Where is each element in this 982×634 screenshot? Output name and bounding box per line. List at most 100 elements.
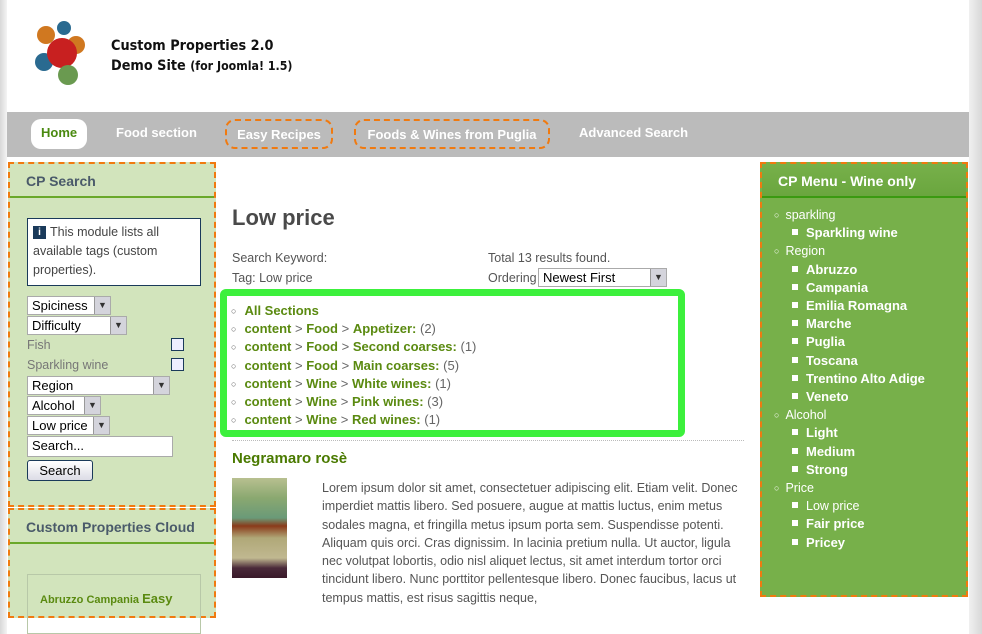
count: (5) xyxy=(443,357,460,373)
menu-item[interactable]: Sparkling wine xyxy=(792,224,966,242)
fish-checkbox[interactable] xyxy=(171,338,184,351)
count: (1) xyxy=(435,375,451,391)
cloud-tag[interactable]: Easy xyxy=(142,591,172,606)
site-title: Custom Properties 2.0 Demo Site (for Joo… xyxy=(111,38,293,74)
menu-item[interactable]: Abruzzo xyxy=(792,261,966,279)
root-link[interactable]: content xyxy=(244,394,291,409)
menu-item[interactable]: Trentino Alto Adige xyxy=(792,370,966,388)
root-link[interactable]: content xyxy=(244,376,291,391)
cp-menu-module: CP Menu - Wine only sparkling Sparkling w… xyxy=(760,162,968,597)
chevron-down-icon: ▼ xyxy=(110,317,126,334)
menu-group: AlcoholLightMediumStrong xyxy=(774,406,966,479)
root-link[interactable]: content xyxy=(244,339,291,354)
region-select[interactable]: Region ▼ xyxy=(27,376,170,395)
parent-link[interactable]: Wine xyxy=(306,394,337,409)
section-item: content > Food > Second coarses: (1) xyxy=(231,338,678,356)
module-title: Custom Properties Cloud xyxy=(10,510,214,544)
menu-item[interactable]: Strong xyxy=(792,461,966,479)
tag-cloud: Abruzzo Campania Easy xyxy=(27,574,201,634)
section-item: content > Food > Appetizer: (2) xyxy=(231,320,678,338)
difficulty-select[interactable]: Difficulty ▼ xyxy=(27,316,127,335)
category-link[interactable]: Second coarses: xyxy=(353,339,457,354)
chevron-down-icon: ▼ xyxy=(94,297,110,314)
menu-item[interactable]: Veneto xyxy=(792,388,966,406)
menu-item[interactable]: Toscana xyxy=(792,352,966,370)
menu-item[interactable]: Puglia xyxy=(792,333,966,351)
section-item: All Sections xyxy=(231,302,678,320)
all-sections-link[interactable]: All Sections xyxy=(244,303,318,318)
parent-link[interactable]: Food xyxy=(306,321,338,336)
category-link[interactable]: White wines: xyxy=(352,376,431,391)
sparkling-label: Sparkling wine xyxy=(27,358,109,372)
info-box: i This module lists all available tags (c… xyxy=(27,218,201,286)
root-link[interactable]: content xyxy=(244,321,291,336)
search-input[interactable]: Search... xyxy=(27,436,173,457)
module-title: CP Menu - Wine only xyxy=(762,164,966,198)
root-link[interactable]: content xyxy=(244,412,291,427)
results-count: Total 13 results found. xyxy=(488,251,611,265)
cloud-tag[interactable]: Abruzzo xyxy=(40,594,83,606)
count: (2) xyxy=(420,321,436,337)
ordering-select[interactable]: Newest First ▼ xyxy=(538,268,667,287)
alcohol-select[interactable]: Alcohol ▼ xyxy=(27,396,101,415)
molecule-logo-icon xyxy=(35,21,85,85)
nav-food-section[interactable]: Food section xyxy=(106,119,207,149)
parent-link[interactable]: Food xyxy=(306,339,338,354)
search-button[interactable]: Search xyxy=(27,460,93,481)
menu-item[interactable]: Marche xyxy=(792,315,966,333)
menu-item[interactable]: Campania xyxy=(792,279,966,297)
price-select[interactable]: Low price ▼ xyxy=(27,416,110,435)
group-label: Alcohol xyxy=(785,408,827,423)
parent-link[interactable]: Wine xyxy=(306,376,337,391)
nav-advanced-search[interactable]: Advanced Search xyxy=(569,119,698,149)
root-link[interactable]: content xyxy=(244,358,291,373)
parent-link[interactable]: Wine xyxy=(306,412,337,427)
ordering-label: Ordering xyxy=(488,271,537,285)
header: Custom Properties 2.0 Demo Site (for Joo… xyxy=(7,0,969,112)
count: (3) xyxy=(427,394,444,410)
chevron-down-icon: ▼ xyxy=(84,397,100,414)
category-link[interactable]: Pink wines: xyxy=(352,394,424,409)
group-label: sparkling xyxy=(785,208,836,222)
spiciness-select[interactable]: Spiciness ▼ xyxy=(27,296,111,315)
menu-item[interactable]: Pricey xyxy=(792,534,966,552)
divider xyxy=(232,440,744,441)
menu-item[interactable]: Light xyxy=(792,424,966,442)
chevron-down-icon: ▼ xyxy=(153,377,169,394)
parent-link[interactable]: Food xyxy=(306,358,338,373)
sparkling-checkbox[interactable] xyxy=(171,358,184,371)
search-keyword-label: Search Keyword: xyxy=(232,251,328,265)
menu-item[interactable]: Emilia Romagna xyxy=(792,297,966,315)
module-title: CP Search xyxy=(10,164,214,198)
section-item: content > Food > Main coarses: (5) xyxy=(231,357,678,375)
category-link[interactable]: Main coarses: xyxy=(353,358,440,373)
nav-easy-recipes[interactable]: Easy Recipes xyxy=(225,119,333,149)
menu-item[interactable]: Low price xyxy=(792,497,966,515)
article-title[interactable]: Negramaro rosè xyxy=(232,450,347,467)
info-icon: i xyxy=(33,226,46,239)
cloud-tag[interactable]: Campania xyxy=(86,594,139,606)
section-item: content > Wine > Pink wines: (3) xyxy=(231,393,678,411)
nav-foods-wines-puglia[interactable]: Foods & Wines from Puglia xyxy=(354,119,550,149)
cp-search-module: CP Search i This module lists all availab… xyxy=(8,162,216,507)
wine-menu: sparkling Sparkling wine Region AbruzzoCamp… xyxy=(762,198,966,552)
section-item: content > Wine > White wines: (1) xyxy=(231,375,678,393)
count: (1) xyxy=(460,339,477,355)
menu-item[interactable]: Fair price xyxy=(792,515,966,533)
category-link[interactable]: Red wines: xyxy=(352,412,421,427)
fish-label: Fish xyxy=(27,338,51,352)
tag-label: Tag: Low price xyxy=(232,271,313,285)
group-label: Price xyxy=(785,481,814,496)
main-nav: Home Food section Easy Recipes Foods & W… xyxy=(7,112,969,157)
cloud-module: Custom Properties Cloud Abruzzo Campania… xyxy=(8,508,216,634)
sections-list: All Sections content > Food > Appetizer: … xyxy=(220,289,685,437)
menu-group: Region AbruzzoCampaniaEmilia RomagnaMarch… xyxy=(774,242,966,406)
menu-item[interactable]: Medium xyxy=(792,443,966,461)
group-label: Region xyxy=(785,244,826,259)
category-link[interactable]: Appetizer: xyxy=(353,321,417,336)
nav-home[interactable]: Home xyxy=(31,119,88,149)
section-item: content > Wine > Red wines: (1) xyxy=(231,411,678,429)
menu-group: PriceLow priceFair pricePricey xyxy=(774,479,966,552)
page-title: Low price xyxy=(232,205,335,230)
menu-group: sparkling Sparkling wine xyxy=(774,206,966,242)
